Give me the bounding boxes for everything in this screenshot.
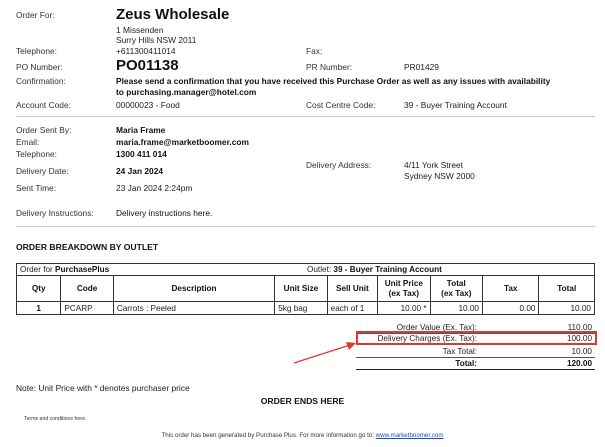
delivery-instructions: Delivery instructions here.: [116, 208, 213, 218]
order-lines-table: Order for PurchasePlus Outlet: 39 - Buye…: [15, 263, 595, 315]
order-ends-here: ORDER ENDS HERE: [260, 396, 345, 406]
row-unit-size: 5kg bag: [274, 301, 328, 315]
col-unit-price: Unit Price (ex Tax): [377, 275, 431, 302]
delivery-date-label: Delivery Date:: [16, 166, 69, 176]
grand-total-label: Total:: [455, 359, 477, 368]
delivery-address-line2: Sydney NSW 2000: [404, 171, 475, 181]
col-total: Total: [538, 275, 595, 302]
terms-text: Terms and conditions here.: [24, 416, 87, 422]
annotation-arrow-icon: [293, 342, 356, 364]
row-unit-price: 10.00 *: [377, 301, 431, 315]
supplier-telephone: +611300411014: [116, 46, 176, 56]
table-row: 1 PCARP Carrots : Peeled 5kg bag each of…: [15, 301, 595, 315]
unit-price-note: Note: Unit Price with * denotes purchase…: [16, 383, 190, 393]
order-for-label: Order For:: [16, 10, 55, 20]
sent-time-label: Sent Time:: [16, 183, 57, 193]
grand-total-row: Total: 120.00: [356, 359, 595, 370]
row-qty: 1: [15, 301, 62, 315]
confirmation-email: to purchasing.manager@hotel.com: [116, 87, 257, 97]
outlet-row: Order for PurchasePlus Outlet: 39 - Buye…: [16, 263, 595, 276]
row-description: Carrots : Peeled: [112, 301, 276, 315]
sent-by: Maria Frame: [116, 125, 166, 135]
col-code: Code: [60, 275, 114, 302]
outlet-name: 39 - Buyer Training Account: [333, 265, 442, 274]
row-total: 10.00: [538, 301, 595, 315]
grand-total-value: 120.00: [566, 359, 592, 368]
sent-by-label: Order Sent By:: [16, 125, 72, 135]
sender-telephone-label: Telephone:: [16, 149, 57, 159]
sender-email: maria.frame@marketboomer.com: [116, 137, 249, 147]
sent-time: 23 Jan 2024 2:24pm: [116, 183, 193, 193]
tax-total-label: Tax Total:: [442, 347, 477, 356]
supplier-address-line1: 1 Missenden: [116, 25, 164, 35]
instructions-label: Delivery Instructions:: [16, 208, 94, 218]
col-tax: Tax: [481, 275, 540, 302]
row-sell-unit: each of 1: [326, 301, 379, 315]
outlet-prefix: Outlet:: [307, 265, 332, 274]
marketboomer-link[interactable]: www.marketboomer.com: [376, 432, 444, 439]
email-label: Email:: [16, 137, 40, 147]
pr-number: PR01429: [404, 62, 439, 72]
col-sell-unit: Sell Unit: [326, 275, 379, 302]
divider: [16, 116, 595, 117]
divider: [16, 226, 595, 227]
row-total-ex-tax: 10.00: [429, 301, 484, 315]
order-for-name: PurchasePlus: [55, 265, 110, 274]
telephone-label: Telephone:: [16, 46, 57, 56]
order-for-prefix: Order for: [20, 265, 53, 274]
col-unit-size: Unit Size: [274, 275, 328, 302]
highlight-box: [356, 331, 597, 345]
po-number: PO01138: [116, 57, 179, 74]
col-description: Description: [112, 275, 276, 302]
col-total-ex-tax: Total (ex Tax): [429, 275, 484, 302]
confirmation-text: Please send a confirmation that you have…: [116, 76, 551, 86]
row-code: PCARP: [60, 301, 114, 315]
account-code: 00000023 - Food: [116, 100, 180, 110]
tax-total-row: Tax Total: 10.00: [356, 347, 595, 358]
supplier-address-line2: Surry Hills NSW 2011: [116, 35, 197, 45]
fax-label: Fax:: [306, 46, 323, 56]
delivery-address-label: Delivery Address:: [306, 160, 372, 170]
tax-total-value: 10.00: [571, 347, 593, 356]
cost-centre-label: Cost Centre Code:: [306, 100, 376, 110]
breakdown-title: ORDER BREAKDOWN BY OUTLET: [16, 242, 159, 252]
account-code-label: Account Code:: [16, 100, 71, 110]
delivery-date: 24 Jan 2024: [116, 166, 164, 176]
generated-text: This order has been generated by Purchas…: [161, 432, 375, 439]
col-qty: Qty: [15, 275, 62, 302]
supplier-name: Zeus Wholesale: [116, 6, 230, 23]
table-header-row: Qty Code Description Unit Size Sell Unit…: [15, 275, 595, 302]
delivery-address-line1: 4/11 York Street: [404, 160, 463, 170]
sender-telephone: 1300 411 014: [116, 149, 167, 159]
row-tax: 0.00: [481, 301, 540, 315]
generated-by: This order has been generated by Purchas…: [0, 432, 605, 439]
cost-centre: 39 - Buyer Training Account: [404, 100, 507, 110]
po-number-label: PO Number:: [16, 62, 63, 72]
confirmation-label: Confirmation:: [16, 76, 66, 86]
pr-number-label: PR Number:: [306, 62, 353, 72]
